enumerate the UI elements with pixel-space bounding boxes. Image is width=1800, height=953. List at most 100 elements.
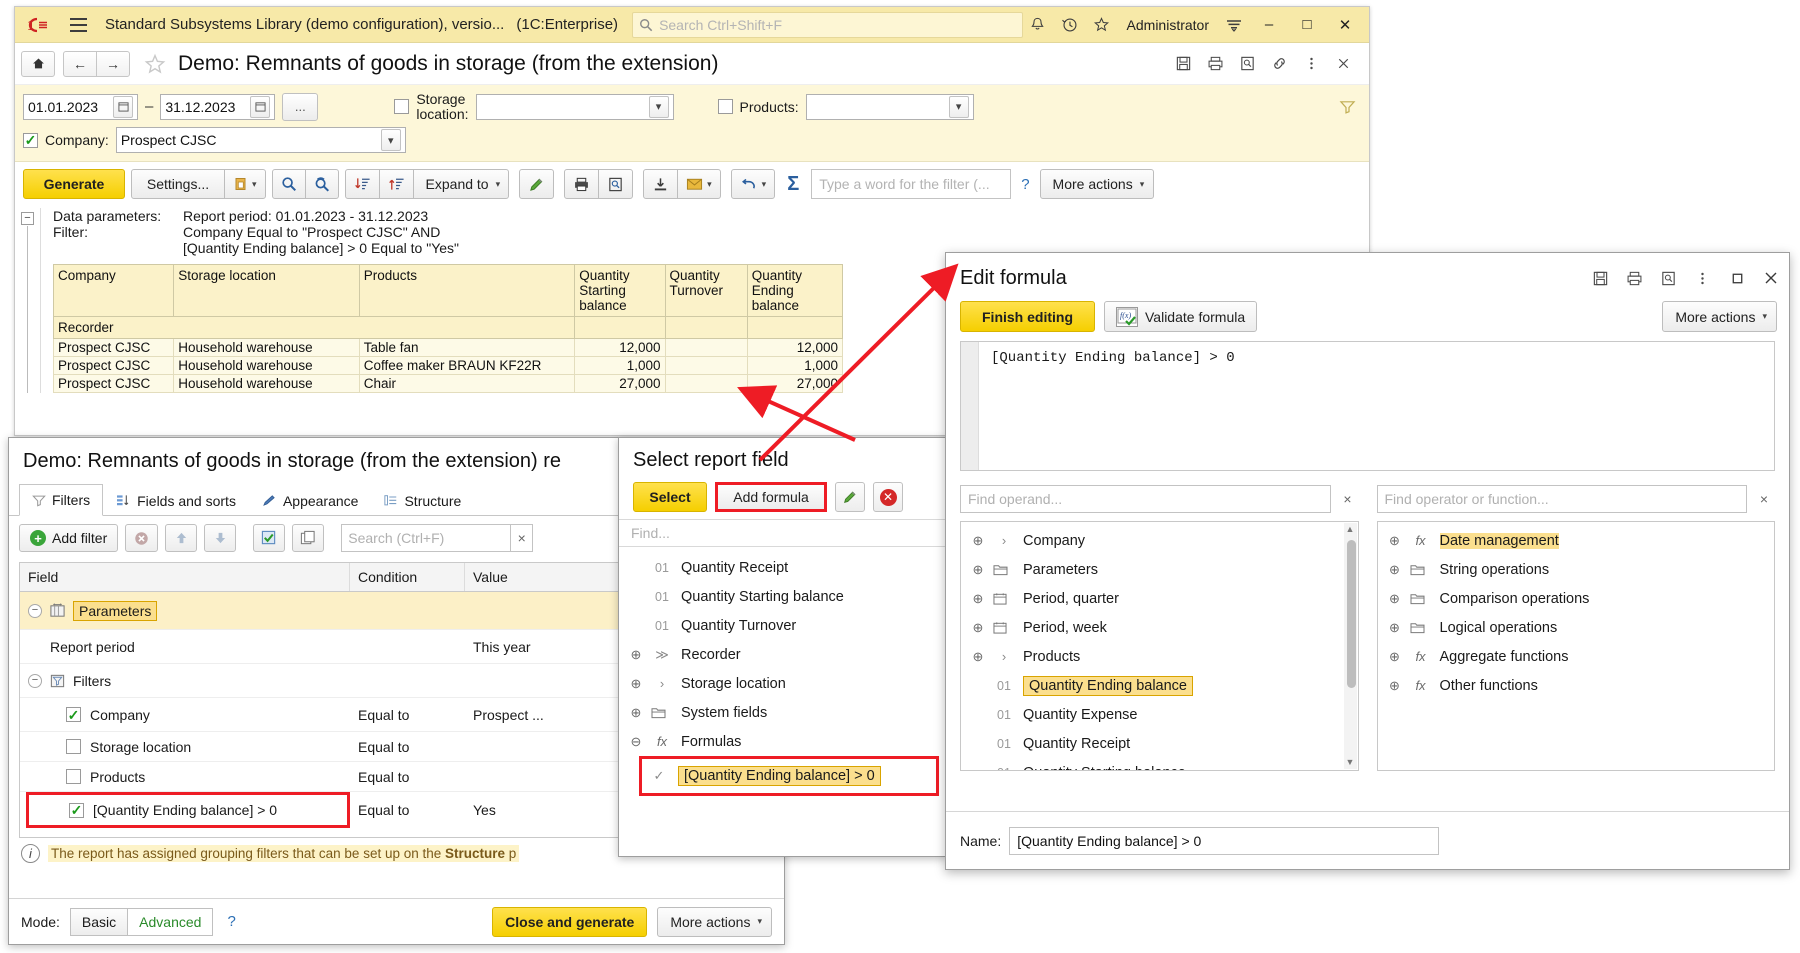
formula-text-editor[interactable]: [Quantity Ending balance] > 0 bbox=[960, 341, 1775, 471]
clear-search-icon[interactable]: × bbox=[511, 524, 534, 552]
pencil-icon[interactable] bbox=[519, 169, 555, 200]
add-formula-button[interactable]: Add formula bbox=[715, 482, 827, 512]
close-icon[interactable] bbox=[1749, 265, 1779, 291]
storage-location-input[interactable]: ▾ bbox=[475, 93, 674, 120]
filters-search-input[interactable]: Search (Ctrl+F) bbox=[341, 524, 512, 552]
print-icon[interactable] bbox=[1201, 51, 1229, 77]
main-menu-icon[interactable] bbox=[65, 13, 91, 37]
expander-plus-icon[interactable]: ⊕ bbox=[971, 533, 985, 549]
row-checkbox-company[interactable] bbox=[66, 707, 81, 722]
list-item[interactable]: ⊕ fx Other functions bbox=[1378, 671, 1775, 700]
check-all-button[interactable] bbox=[253, 524, 286, 552]
sort-ascending-icon[interactable] bbox=[378, 169, 414, 200]
row-checkbox-storage-location[interactable] bbox=[66, 739, 81, 754]
close-and-generate-button[interactable]: Close and generate bbox=[492, 906, 648, 937]
word-filter-input[interactable]: Type a word for the filter (... bbox=[811, 169, 1012, 200]
expander-plus-icon[interactable]: ⊕ bbox=[1388, 649, 1402, 665]
column-header-products[interactable]: Products bbox=[358, 264, 576, 318]
list-item[interactable]: ⊕ Parameters bbox=[961, 555, 1358, 584]
list-item[interactable]: ⊕ Comparison operations bbox=[1378, 584, 1775, 613]
menu-lines-icon[interactable] bbox=[1219, 11, 1249, 39]
expander-plus-icon[interactable]: ⊕ bbox=[629, 705, 643, 721]
date-from-input[interactable]: 01.01.2023 bbox=[23, 93, 138, 120]
column-header-company[interactable]: Company bbox=[52, 264, 175, 318]
list-item[interactable]: ⊕ Period, quarter bbox=[961, 584, 1358, 613]
global-search-input[interactable]: Search Ctrl+Shift+F bbox=[632, 11, 1023, 38]
expander-plus-icon[interactable]: ⊕ bbox=[1388, 678, 1402, 694]
close-button[interactable]: ✕ bbox=[1327, 11, 1363, 39]
settings-button[interactable]: Settings... bbox=[131, 169, 225, 200]
search-repeat-icon[interactable] bbox=[304, 169, 339, 200]
tab-appearance[interactable]: Appearance bbox=[249, 484, 372, 516]
maximize-button[interactable]: □ bbox=[1289, 11, 1325, 39]
expander-plus-icon[interactable]: ⊕ bbox=[971, 562, 985, 578]
printer-icon[interactable] bbox=[564, 169, 600, 200]
expander-plus-icon[interactable]: ⊕ bbox=[1388, 533, 1402, 549]
table-row[interactable]: Prospect CJSC Household warehouse Chair … bbox=[52, 374, 844, 394]
list-item[interactable]: ⊕ String operations bbox=[1378, 555, 1775, 584]
collapse-icon[interactable]: − bbox=[28, 603, 42, 618]
favorite-star-icon[interactable] bbox=[142, 51, 168, 77]
more-icon[interactable] bbox=[1297, 51, 1325, 77]
undo-arrow-button[interactable]: ▾ bbox=[730, 169, 776, 200]
list-item[interactable]: ⊕ › Products bbox=[961, 642, 1358, 671]
delete-filter-button[interactable] bbox=[125, 524, 159, 552]
expander-plus-icon[interactable]: ⊕ bbox=[971, 649, 985, 665]
save-icon[interactable] bbox=[1169, 51, 1197, 77]
mode-advanced-button[interactable]: Advanced bbox=[127, 907, 214, 936]
expander-plus-icon[interactable]: ⊕ bbox=[629, 647, 643, 663]
list-item-selected-formula[interactable]: ✓ [Quantity Ending balance] > 0 bbox=[639, 756, 939, 796]
more-icon[interactable] bbox=[1681, 265, 1711, 291]
list-item[interactable]: ⊕ Period, week bbox=[961, 613, 1358, 642]
copy-button[interactable] bbox=[292, 524, 325, 552]
forward-button[interactable]: → bbox=[96, 50, 130, 77]
move-up-button[interactable] bbox=[165, 524, 198, 552]
list-item[interactable]: ⊕ › Storage location bbox=[619, 669, 947, 698]
back-button[interactable]: ← bbox=[63, 50, 97, 77]
clear-operator-search-icon[interactable]: × bbox=[1753, 491, 1775, 507]
select-button[interactable]: Select bbox=[633, 482, 707, 512]
column-header-recorder[interactable]: Recorder bbox=[52, 316, 576, 340]
scroll-up-icon[interactable]: ▲ bbox=[1346, 523, 1355, 536]
collapse-icon[interactable]: − bbox=[28, 673, 42, 688]
generate-button[interactable]: Generate bbox=[23, 169, 125, 200]
tab-filters[interactable]: Filters bbox=[19, 484, 104, 516]
row-checkbox-products[interactable] bbox=[66, 769, 81, 784]
calendar-icon[interactable] bbox=[113, 95, 133, 118]
operand-search-input[interactable]: Find operand... bbox=[960, 485, 1331, 513]
scrollbar-thumb[interactable] bbox=[1346, 540, 1356, 688]
maximize-icon[interactable] bbox=[1715, 265, 1745, 291]
more-actions-button[interactable]: More actions ▾ bbox=[657, 906, 772, 937]
tab-structure[interactable]: Structure bbox=[371, 484, 474, 516]
table-row[interactable]: Prospect CJSC Household warehouse Coffee… bbox=[52, 356, 844, 376]
company-input[interactable]: Prospect CJSC ▾ bbox=[115, 127, 406, 154]
minimize-button[interactable]: – bbox=[1251, 11, 1287, 39]
expand-to-button[interactable]: Expand to ▾ bbox=[412, 169, 510, 200]
list-item[interactable]: 01 Quantity Turnover bbox=[619, 611, 947, 640]
list-item[interactable]: 01 Quantity Receipt bbox=[619, 553, 947, 582]
date-to-input[interactable]: 31.12.2023 bbox=[160, 93, 276, 120]
formula-name-input[interactable]: [Quantity Ending balance] > 0 bbox=[1009, 826, 1440, 855]
star-icon[interactable] bbox=[1087, 11, 1117, 39]
mode-toggle[interactable]: Basic Advanced bbox=[69, 907, 214, 936]
mode-basic-button[interactable]: Basic bbox=[69, 907, 129, 936]
sort-descending-icon[interactable] bbox=[344, 169, 380, 200]
expander-plus-icon[interactable]: ⊕ bbox=[1388, 620, 1402, 636]
products-input[interactable]: ▾ bbox=[805, 93, 974, 120]
column-header-storage-location[interactable]: Storage location bbox=[173, 264, 360, 318]
download-icon[interactable] bbox=[643, 169, 679, 200]
list-item[interactable]: ⊕ System fields bbox=[619, 698, 947, 727]
row-condition[interactable]: Equal to bbox=[350, 769, 465, 785]
list-item[interactable]: 01 Quantity Expense bbox=[961, 700, 1358, 729]
save-icon[interactable] bbox=[1579, 265, 1609, 291]
list-item[interactable]: ⊕ fx Aggregate functions bbox=[1378, 642, 1775, 671]
chevron-down-icon[interactable]: ▾ bbox=[648, 95, 669, 118]
finish-editing-button[interactable]: Finish editing bbox=[960, 301, 1095, 332]
row-condition[interactable]: Equal to bbox=[350, 802, 465, 818]
list-item-selected[interactable]: ⊕ fx Date management bbox=[1378, 526, 1775, 555]
list-item[interactable]: 01 Quantity Starting balance bbox=[619, 582, 947, 611]
clear-operand-search-icon[interactable]: × bbox=[1337, 491, 1359, 507]
help-icon[interactable]: ? bbox=[1017, 176, 1033, 193]
delete-formula-button[interactable]: ✕ bbox=[873, 482, 903, 512]
move-down-button[interactable] bbox=[204, 524, 237, 552]
